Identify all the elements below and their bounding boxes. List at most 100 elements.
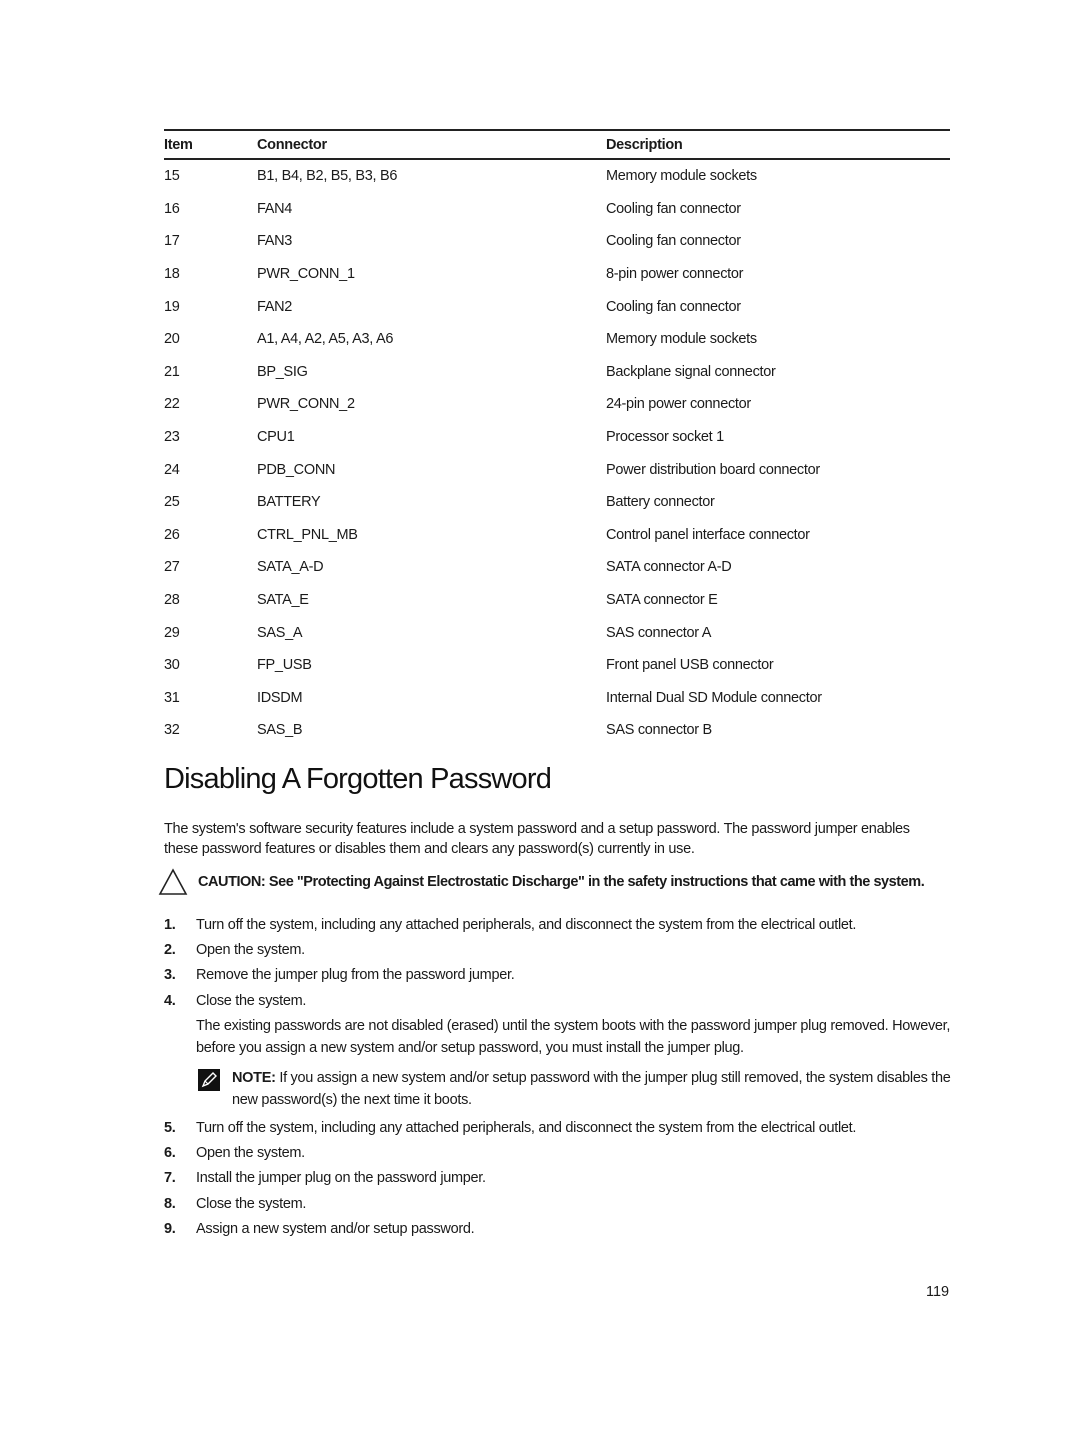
cell-item: 21 [164,363,180,380]
table-row: 24 PDB_CONN Power distribution board conne… [164,453,950,486]
cell-connector: PDB_CONN [257,461,336,478]
connector-table: Item Connector Description 15 B1, B4, B2,… [164,129,950,747]
cell-description: SATA connector E [606,592,718,609]
cell-item: 29 [164,624,180,641]
step-item: 6. Open the system. [164,1140,954,1165]
note-pencil-icon [198,1069,220,1092]
step-item: 9. Assign a new system and/or setup pass… [164,1216,954,1241]
step-number: 1. [164,916,176,933]
section-title: Disabling A Forgotten Password [164,763,552,795]
cell-connector: CPU1 [257,429,295,446]
note-label: NOTE: [232,1070,276,1087]
table-header-row: Item Connector Description [164,130,950,159]
step-number: 4. [164,992,176,1009]
cell-item: 25 [164,494,180,511]
step-item: 4. Close the system. [164,988,954,1013]
table-row: 17 FAN3 Cooling fan connector [164,225,950,258]
step-item: 7. Install the jumper plug on the passwo… [164,1166,954,1191]
note-callout: NOTE: If you assign a new system and/or … [198,1067,954,1111]
table-row: 29 SAS_A SAS connector A [164,616,950,649]
step-detail-text: The existing passwords are not disabled … [196,1018,951,1057]
step-text: Remove the jumper plug from the password… [196,967,515,984]
caution-callout: CAUTION: See "Protecting Against Electro… [158,868,958,896]
caution-triangle-icon [158,868,188,895]
cell-connector: FP_USB [257,657,312,674]
cell-item: 27 [164,559,180,576]
cell-description: Cooling fan connector [606,298,741,315]
step-item: 5. Turn off the system, including any at… [164,1115,954,1140]
table-row: 18 PWR_CONN_1 8-pin power connector [164,258,950,291]
cell-description: Front panel USB connector [606,657,774,674]
cell-item: 17 [164,233,180,250]
cell-item: 30 [164,657,180,674]
note-text: If you assign a new system and/or setup … [232,1070,951,1109]
cell-item: 26 [164,526,180,543]
cell-connector: FAN4 [257,200,293,217]
step-item: 1. Turn off the system, including any at… [164,912,954,937]
cell-description: Internal Dual SD Module connector [606,689,822,706]
cell-description: 24-pin power connector [606,396,751,413]
table-row: 15 B1, B4, B2, B5, B3, B6 Memory module so… [164,159,950,193]
header-item: Item [164,136,193,153]
step-number: 5. [164,1119,176,1136]
cell-item: 18 [164,266,180,283]
table-row: 16 FAN4 Cooling fan connector [164,193,950,226]
table-row: 19 FAN2 Cooling fan connector [164,290,950,323]
cell-connector: SATA_E [257,592,309,609]
cell-description: SATA connector A-D [606,559,732,576]
cell-item: 28 [164,592,180,609]
step-number: 2. [164,941,176,958]
table-row: 31 IDSDM Internal Dual SD Module connector [164,682,950,715]
cell-connector: FAN3 [257,233,293,250]
note-body: NOTE: If you assign a new system and/or … [232,1067,954,1111]
table-row: 23 CPU1 Processor socket 1 [164,421,950,454]
table-row: 30 FP_USB Front panel USB connector [164,649,950,682]
step-text: Assign a new system and/or setup passwor… [196,1221,475,1238]
cell-connector: BP_SIG [257,363,308,380]
cell-connector: SAS_A [257,624,303,641]
cell-item: 22 [164,396,180,413]
cell-connector: SATA_A-D [257,559,324,576]
cell-connector: SAS_B [257,722,303,739]
step-item: 8. Close the system. [164,1191,954,1216]
cell-item: 15 [164,168,180,185]
cell-description: SAS connector B [606,722,712,739]
step-text: Open the system. [196,941,305,958]
cell-item: 19 [164,298,180,315]
cell-description: Battery connector [606,494,715,511]
cell-connector: PWR_CONN_2 [257,396,355,413]
cell-item: 16 [164,200,180,217]
step-number: 8. [164,1195,176,1212]
step-text: Turn off the system, including any attac… [196,916,857,933]
cell-connector: FAN2 [257,298,293,315]
cell-description: Cooling fan connector [606,200,741,217]
cell-description: SAS connector A [606,624,712,641]
step-number: 3. [164,967,176,984]
cell-item: 32 [164,722,180,739]
cell-description: Control panel interface connector [606,526,810,543]
step-4-detail: The existing passwords are not disabled … [164,1015,954,1111]
step-item: 3. Remove the jumper plug from the passw… [164,963,954,988]
page-number: 119 [926,1284,950,1300]
step-text: Close the system. [196,1195,307,1212]
step-item: 2. Open the system. [164,937,954,962]
cell-description: 8-pin power connector [606,266,744,283]
cell-connector: B1, B4, B2, B5, B3, B6 [257,168,398,185]
cell-description: Processor socket 1 [606,429,724,446]
cell-connector: IDSDM [257,689,303,706]
cell-connector: A1, A4, A2, A5, A3, A6 [257,331,394,348]
table-row: 32 SAS_B SAS connector B [164,714,950,747]
table-body: 15 B1, B4, B2, B5, B3, B6 Memory module so… [164,159,950,747]
step-number: 9. [164,1221,176,1238]
table-row: 22 PWR_CONN_2 24-pin power connector [164,388,950,421]
cell-description: Cooling fan connector [606,233,741,250]
header-connector: Connector [257,136,327,153]
step-number: 6. [164,1145,176,1162]
cell-description: Memory module sockets [606,331,757,348]
table-row: 27 SATA_A-D SATA connector A-D [164,551,950,584]
table-row: 28 SATA_E SATA connector E [164,584,950,617]
header-description: Description [606,136,683,153]
cell-connector: PWR_CONN_1 [257,266,355,283]
cell-item: 31 [164,689,180,706]
cell-item: 20 [164,331,180,348]
